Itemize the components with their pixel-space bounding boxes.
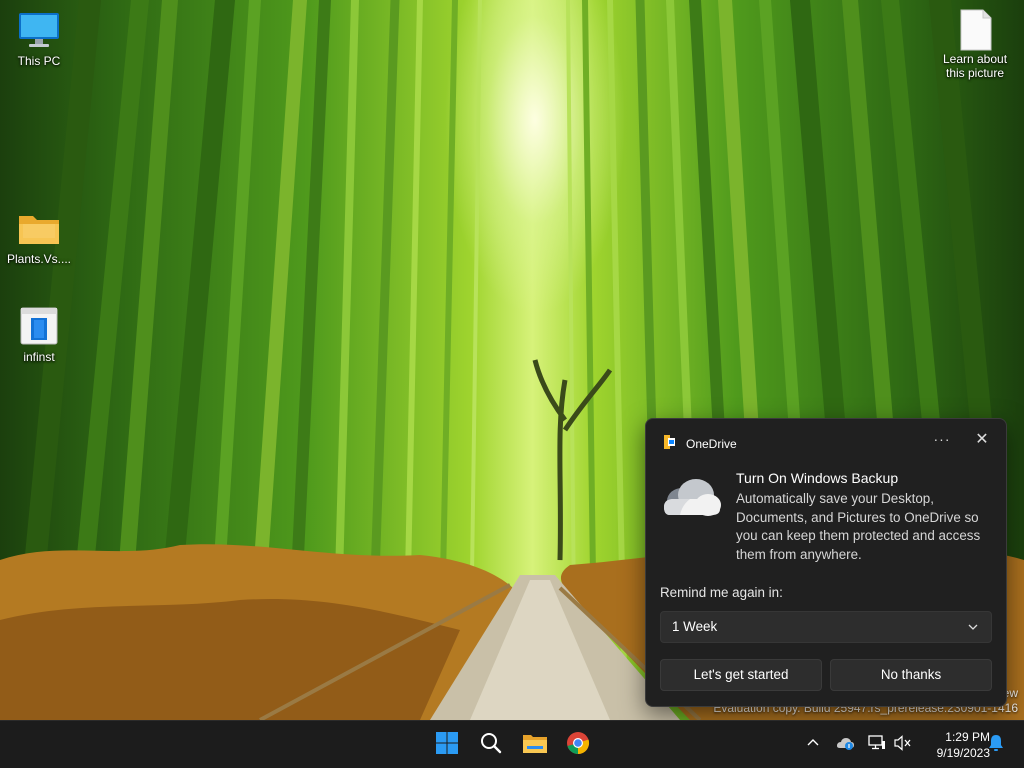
monitor-icon [17, 10, 61, 50]
network-icon [868, 734, 886, 756]
volume-button[interactable] [893, 734, 913, 756]
system-clock[interactable]: 1:29 PM 9/19/2023 [918, 729, 990, 761]
desktop-icon-learn-about-picture[interactable]: Learn about this picture [937, 8, 1013, 80]
taskbar: 1:29 PM 9/19/2023 [0, 720, 1024, 768]
clock-time: 1:29 PM [945, 730, 990, 744]
volume-muted-icon [894, 734, 912, 756]
file-explorer-button[interactable] [519, 729, 551, 761]
blank-file-icon [953, 8, 997, 51]
chevron-down-icon [967, 621, 979, 633]
onedrive-notification: OneDrive ··· ✕ Turn On Windows Backup Au… [645, 418, 1007, 707]
desktop-icon-label: Plants.Vs.... [6, 252, 72, 266]
desktop-icon-plants-vs[interactable]: Plants.Vs.... [1, 208, 77, 266]
onedrive-app-icon [662, 434, 678, 453]
desktop-icon-label: Learn about this picture [942, 52, 1008, 80]
notifications-button[interactable] [986, 734, 1006, 757]
onedrive-icon [835, 735, 855, 756]
no-thanks-button[interactable]: No thanks [830, 659, 992, 691]
desktop-icon-this-pc[interactable]: This PC [1, 10, 77, 68]
search-button[interactable] [475, 729, 507, 761]
cloud-icon [660, 475, 722, 524]
file-explorer-icon [522, 731, 548, 760]
close-button[interactable]: ✕ [972, 430, 992, 450]
desktop-icon-label: infinst [23, 350, 55, 364]
toast-header: OneDrive [662, 434, 737, 453]
search-icon [479, 731, 503, 760]
windows-start-icon [435, 731, 459, 760]
more-options-button[interactable]: ··· [930, 431, 954, 451]
chrome-icon [566, 731, 590, 760]
toast-title: Turn On Windows Backup [736, 470, 899, 486]
windows-start-button[interactable] [431, 729, 463, 761]
show-hidden-icons-button[interactable] [803, 735, 823, 755]
remind-interval-value: 1 Week [672, 619, 718, 634]
desktop-icon-label: This PC [17, 54, 61, 68]
network-button[interactable] [867, 734, 887, 756]
toast-body-text: Automatically save your Desktop, Documen… [736, 491, 981, 562]
remind-label: Remind me again in: [660, 585, 783, 600]
document-icon [17, 306, 61, 346]
lets-get-started-button[interactable]: Let's get started [660, 659, 822, 691]
desktop-icon-infinst[interactable]: infinst [1, 306, 77, 364]
bell-icon [988, 734, 1004, 757]
chevron-up-icon [806, 736, 820, 755]
onedrive-tray-button[interactable] [835, 735, 855, 755]
folder-icon [17, 208, 61, 248]
clock-date: 9/19/2023 [936, 746, 990, 760]
toast-app-name: OneDrive [686, 436, 737, 451]
remind-interval-select[interactable]: 1 Week [660, 611, 992, 643]
chrome-button[interactable] [562, 729, 594, 761]
